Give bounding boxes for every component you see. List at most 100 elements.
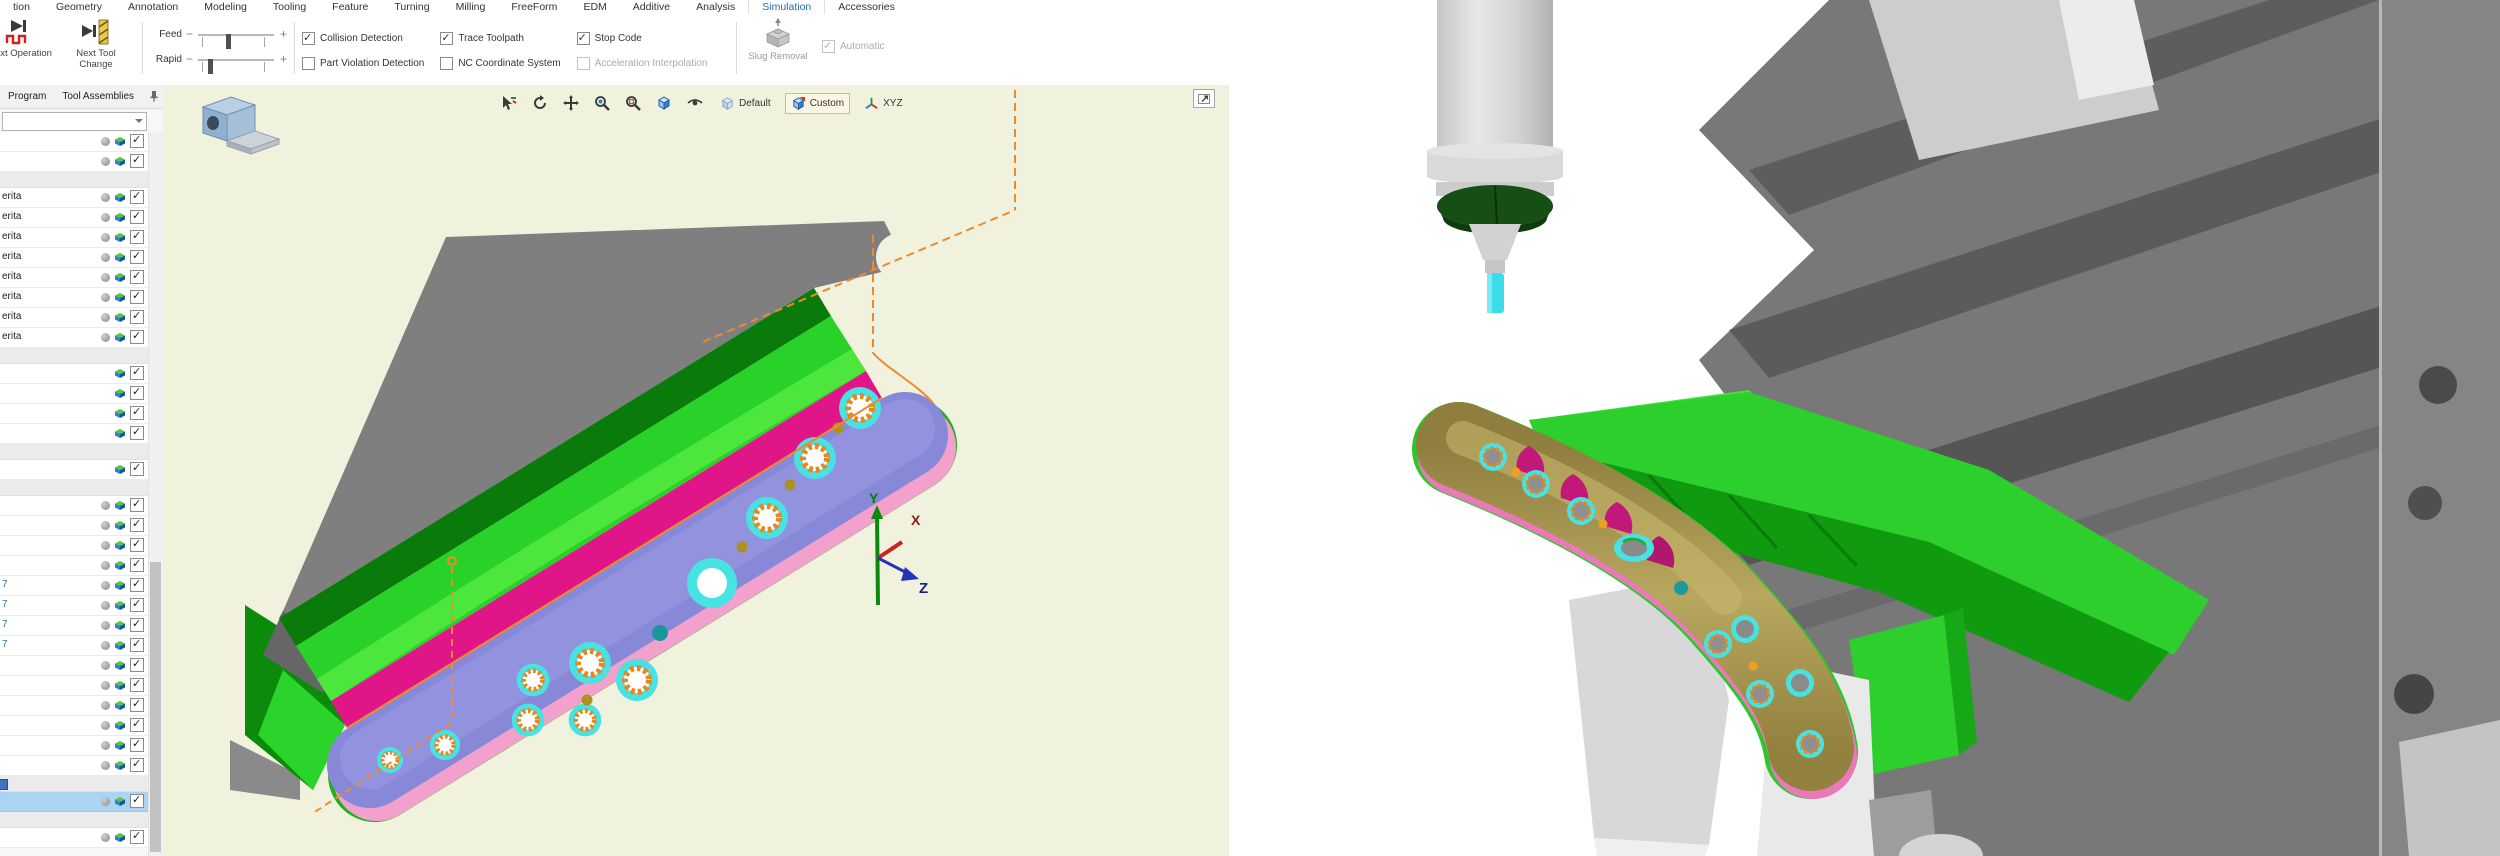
view-cube-button[interactable] (653, 91, 675, 115)
pin-icon[interactable] (149, 90, 159, 102)
checkbox-box[interactable] (440, 32, 453, 45)
option-checkbox[interactable]: Acceleration Interpolation (577, 54, 708, 72)
checkbox-box[interactable] (302, 32, 315, 45)
option-checkbox[interactable]: Collision Detection (302, 29, 424, 47)
checkbox-box[interactable] (440, 57, 453, 70)
visibility-checkbox[interactable] (130, 698, 144, 712)
checkbox-box[interactable] (302, 57, 315, 70)
menu-tab[interactable]: Modeling (191, 0, 260, 14)
visibility-checkbox[interactable] (130, 618, 144, 632)
visibility-checkbox[interactable] (130, 830, 144, 844)
tree-row[interactable]: erita (0, 208, 148, 228)
tree-row[interactable] (0, 348, 148, 364)
visibility-checkbox[interactable] (130, 758, 144, 772)
tree-row[interactable] (0, 364, 148, 384)
tree-row[interactable]: erita (0, 248, 148, 268)
visibility-checkbox[interactable] (130, 330, 144, 344)
tree-row[interactable] (0, 696, 148, 716)
visibility-checkbox[interactable] (130, 538, 144, 552)
rapid-plus-button[interactable]: + (280, 52, 287, 66)
visibility-checkbox[interactable] (130, 406, 144, 420)
menu-tab[interactable]: Annotation (115, 0, 191, 14)
tree-row[interactable]: erita (0, 328, 148, 348)
pan-view-button[interactable] (560, 91, 582, 115)
tree-row[interactable] (0, 460, 148, 480)
tree-row[interactable]: erita (0, 268, 148, 288)
panel-tab[interactable]: Program (0, 86, 54, 108)
tree-row[interactable]: erita (0, 228, 148, 248)
machine-simulation-view[interactable] (1229, 0, 2500, 856)
menu-tab[interactable]: Accessories (825, 0, 908, 14)
visibility-checkbox[interactable] (130, 134, 144, 148)
visibility-checkbox[interactable] (130, 738, 144, 752)
menu-tab[interactable]: Milling (443, 0, 499, 14)
option-checkbox[interactable]: Stop Code (577, 29, 708, 47)
tree-row[interactable] (0, 716, 148, 736)
menu-tab[interactable]: EDM (570, 0, 619, 14)
feed-slider-track[interactable] (198, 34, 274, 36)
menu-tab[interactable]: Feature (319, 0, 381, 14)
visibility-checkbox[interactable] (130, 578, 144, 592)
slug-removal-button[interactable]: Slug Removal (748, 18, 808, 82)
tree-row[interactable]: 7 (0, 576, 148, 596)
scrollbar-thumb[interactable] (150, 562, 161, 852)
tree-row[interactable] (0, 776, 148, 792)
feed-slider-thumb[interactable] (226, 34, 231, 49)
tree-row[interactable] (0, 656, 148, 676)
visibility-checkbox[interactable] (130, 638, 144, 652)
menu-tab[interactable]: Simulation (748, 0, 825, 14)
menu-tab[interactable]: FreeForm (498, 0, 570, 14)
tree-row[interactable] (0, 444, 148, 460)
visibility-checkbox[interactable] (130, 678, 144, 692)
tree-row[interactable] (0, 384, 148, 404)
tree-row[interactable] (0, 152, 148, 172)
visibility-checkbox[interactable] (130, 290, 144, 304)
tree-row[interactable] (0, 132, 148, 152)
menu-tab[interactable]: tion (0, 0, 43, 14)
rotate-view-button[interactable] (529, 91, 551, 115)
rapid-slider-track[interactable] (198, 59, 274, 61)
visibility-checkbox[interactable] (130, 270, 144, 284)
custom-view-button[interactable]: Custom (785, 93, 850, 114)
visibility-checkbox[interactable] (130, 518, 144, 532)
tree-row[interactable] (0, 812, 148, 828)
next-tool-change-button[interactable]: Next Tool Change (60, 17, 132, 81)
feed-plus-button[interactable]: + (280, 27, 287, 41)
option-checkbox[interactable]: Part Violation Detection (302, 54, 424, 72)
visibility-checkbox[interactable] (130, 718, 144, 732)
checkbox-box[interactable] (577, 32, 590, 45)
panel-tab[interactable]: Tool Assemblies (54, 86, 142, 108)
zoom-window-button[interactable] (622, 91, 644, 115)
tree-row[interactable]: 7 (0, 616, 148, 636)
visibility-checkbox[interactable] (130, 386, 144, 400)
tree-row[interactable]: 7 (0, 596, 148, 616)
expand-viewport-button[interactable] (1193, 89, 1215, 108)
tree-row[interactable] (0, 424, 148, 444)
visibility-checkbox[interactable] (130, 230, 144, 244)
menu-tab[interactable]: Geometry (43, 0, 115, 14)
visibility-checkbox[interactable] (130, 210, 144, 224)
select-tool-button[interactable] (498, 91, 520, 115)
visibility-checkbox[interactable] (130, 498, 144, 512)
tree-row[interactable] (0, 828, 148, 848)
option-checkbox[interactable]: Trace Toolpath (440, 29, 560, 47)
tree-row[interactable]: 7 (0, 636, 148, 656)
xyz-view-button[interactable]: XYZ (859, 94, 907, 113)
menu-tab[interactable]: Turning (381, 0, 442, 14)
simulation-viewport[interactable]: Y X Z (163, 85, 1229, 856)
visibility-checkbox[interactable] (130, 250, 144, 264)
tree-row[interactable]: erita (0, 288, 148, 308)
tree-row[interactable] (0, 676, 148, 696)
tree-row[interactable] (0, 516, 148, 536)
visibility-button[interactable] (684, 91, 706, 115)
menu-tab[interactable]: Additive (620, 0, 683, 14)
program-dropdown[interactable] (2, 112, 147, 131)
panel-scrollbar[interactable] (148, 132, 163, 856)
tree-row[interactable] (0, 756, 148, 776)
default-view-button[interactable]: Default (715, 94, 776, 113)
tree-row[interactable]: erita (0, 188, 148, 208)
tree-row[interactable] (0, 556, 148, 576)
visibility-checkbox[interactable] (130, 310, 144, 324)
tree-row[interactable] (0, 736, 148, 756)
tree-row[interactable] (0, 496, 148, 516)
